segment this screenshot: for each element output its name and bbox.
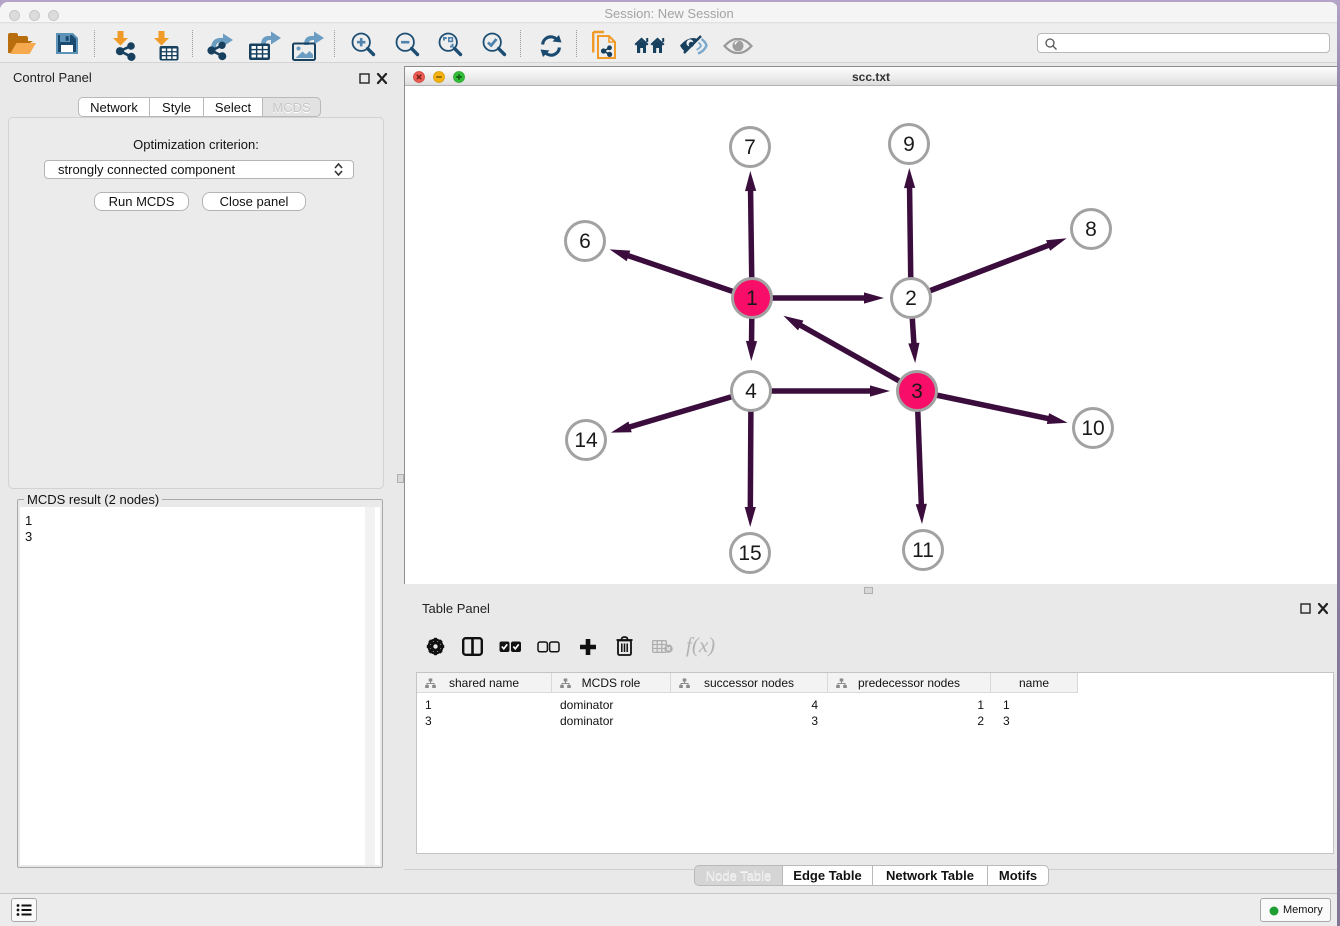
svg-text:1: 1 xyxy=(746,287,758,310)
svg-text:7: 7 xyxy=(744,136,756,159)
svg-text:10: 10 xyxy=(1081,417,1104,440)
svg-text:8: 8 xyxy=(1085,218,1097,241)
svg-text:14: 14 xyxy=(574,429,598,452)
svg-text:3: 3 xyxy=(911,380,923,403)
svg-text:4: 4 xyxy=(745,380,757,403)
svg-text:2: 2 xyxy=(905,287,917,310)
svg-text:6: 6 xyxy=(579,230,591,253)
svg-text:11: 11 xyxy=(912,539,934,562)
svg-text:15: 15 xyxy=(738,542,761,565)
svg-text:9: 9 xyxy=(903,133,915,156)
